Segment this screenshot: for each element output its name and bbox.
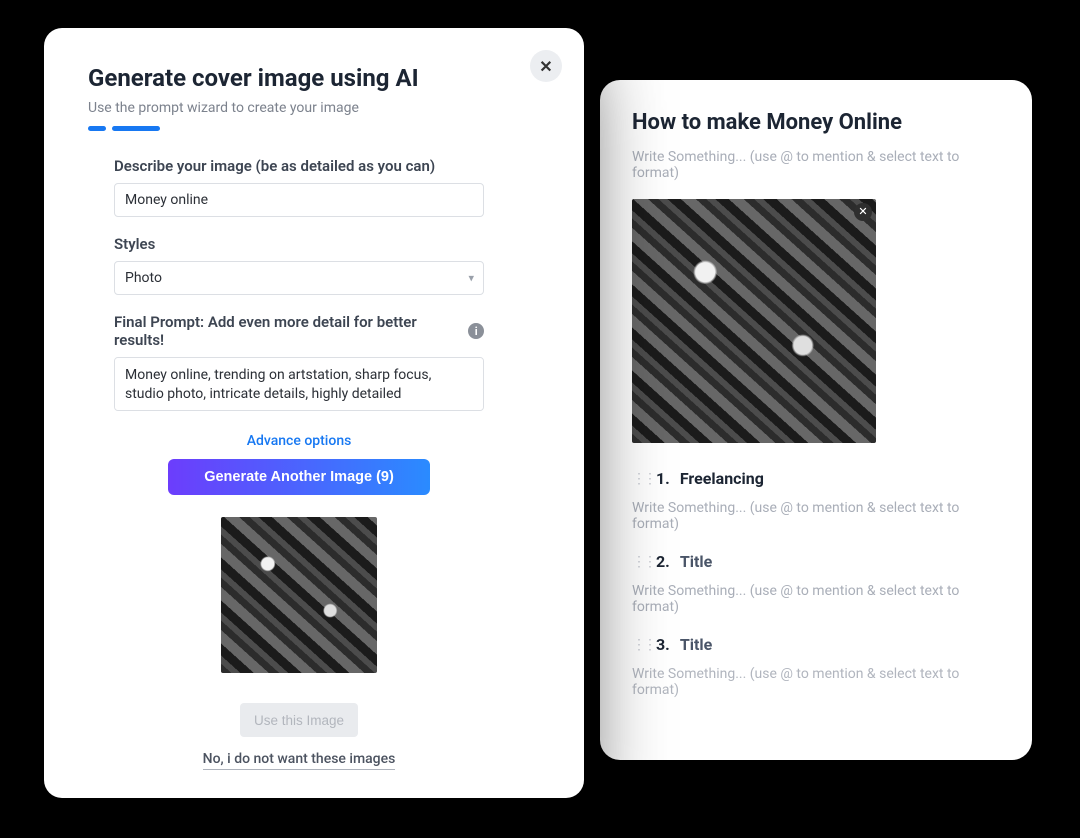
modal-title: Generate cover image using AI bbox=[88, 64, 540, 92]
outline-title[interactable]: Freelancing bbox=[680, 469, 764, 488]
outline-number: 1. bbox=[656, 469, 670, 488]
final-prompt-label: Final Prompt: Add even more detail for b… bbox=[114, 313, 484, 349]
ai-cover-modal: ✕ Generate cover image using AI Use the … bbox=[44, 28, 584, 798]
outline-body-placeholder[interactable]: Write Something... (use @ to mention & s… bbox=[632, 583, 1000, 615]
advance-options-link[interactable]: Advance options bbox=[247, 433, 352, 449]
remove-cover-icon[interactable]: ✕ bbox=[854, 203, 872, 221]
styles-select[interactable] bbox=[114, 261, 484, 295]
close-button[interactable]: ✕ bbox=[530, 50, 562, 82]
info-icon[interactable]: i bbox=[468, 323, 484, 339]
outline-item-1: ⋮⋮ 1. Freelancing Write Something... (us… bbox=[632, 469, 1000, 532]
generate-button[interactable]: Generate Another Image (9) bbox=[168, 459, 430, 495]
drag-handle-icon[interactable]: ⋮⋮ bbox=[632, 555, 646, 569]
use-image-button[interactable]: Use this Image bbox=[240, 703, 358, 737]
outline-title[interactable]: Title bbox=[680, 552, 712, 571]
final-prompt-input[interactable] bbox=[114, 357, 484, 411]
outline-item-3: ⋮⋮ 3. Title Write Something... (use @ to… bbox=[632, 635, 1000, 698]
editor-card: How to make Money Online Write Something… bbox=[600, 80, 1032, 760]
describe-label: Describe your image (be as detailed as y… bbox=[114, 157, 484, 175]
outline-number: 2. bbox=[656, 552, 670, 571]
styles-label: Styles bbox=[114, 235, 484, 253]
generated-image-preview[interactable] bbox=[221, 517, 377, 673]
outline-body-placeholder[interactable]: Write Something... (use @ to mention & s… bbox=[632, 500, 1000, 532]
document-title[interactable]: How to make Money Online bbox=[632, 110, 1000, 135]
outline-body-placeholder[interactable]: Write Something... (use @ to mention & s… bbox=[632, 666, 1000, 698]
outline-item-2: ⋮⋮ 2. Title Write Something... (use @ to… bbox=[632, 552, 1000, 615]
document-body-placeholder[interactable]: Write Something... (use @ to mention & s… bbox=[632, 149, 1000, 181]
outline-number: 3. bbox=[656, 635, 670, 654]
drag-handle-icon[interactable]: ⋮⋮ bbox=[632, 638, 646, 652]
reject-images-link[interactable]: No, i do not want these images bbox=[203, 751, 396, 770]
drag-handle-icon[interactable]: ⋮⋮ bbox=[632, 472, 646, 486]
modal-subtitle: Use the prompt wizard to create your ima… bbox=[88, 100, 540, 116]
describe-input[interactable] bbox=[114, 183, 484, 217]
close-icon: ✕ bbox=[539, 57, 552, 76]
wizard-progress bbox=[88, 126, 540, 131]
outline-title[interactable]: Title bbox=[680, 635, 712, 654]
cover-image[interactable]: ✕ bbox=[632, 199, 876, 443]
